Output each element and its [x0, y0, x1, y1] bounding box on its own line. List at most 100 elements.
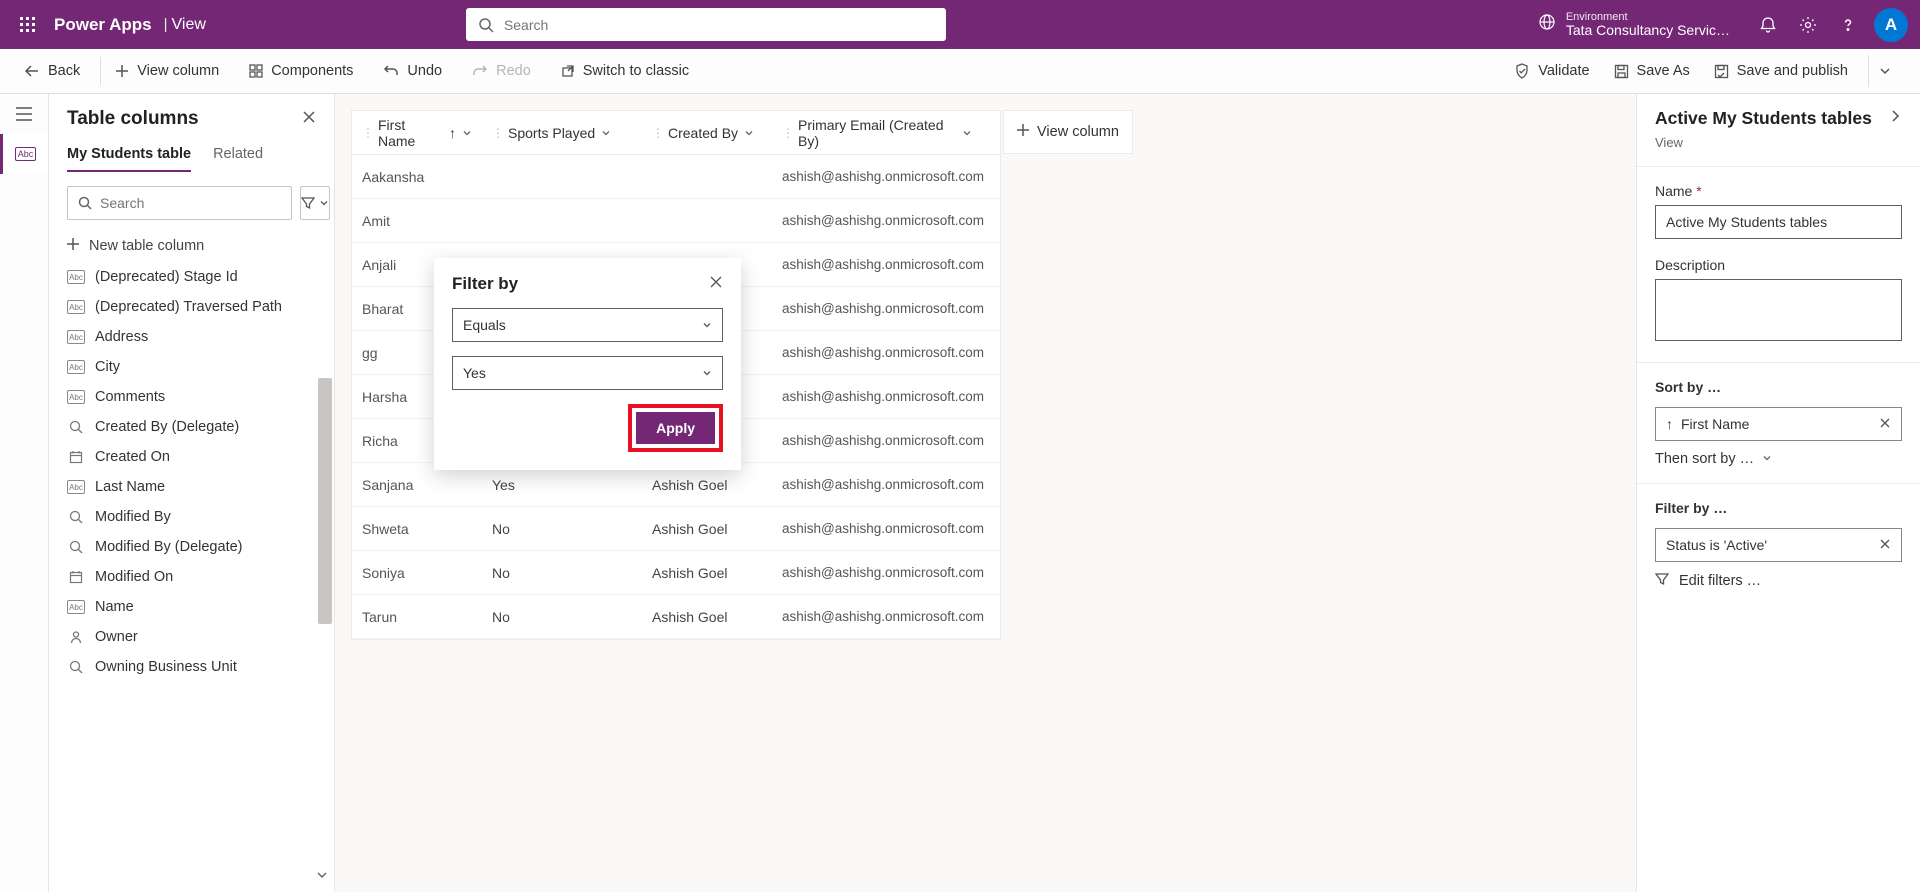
- divider: [1637, 483, 1920, 484]
- plus-icon: [67, 238, 79, 254]
- name-input[interactable]: [1655, 205, 1902, 239]
- sort-chip[interactable]: ↑ First Name: [1655, 407, 1902, 441]
- global-search[interactable]: [466, 8, 946, 41]
- view-column-button[interactable]: View column: [111, 49, 223, 93]
- save-as-button[interactable]: Save As: [1610, 49, 1694, 93]
- sidebar-column-item[interactable]: Modified On: [49, 562, 334, 592]
- undo-button[interactable]: Undo: [379, 49, 446, 93]
- settings-button[interactable]: [1788, 5, 1828, 45]
- name-label: Name *: [1655, 183, 1902, 199]
- sidebar-column-label: Name: [95, 599, 134, 615]
- apply-button[interactable]: Apply: [636, 412, 715, 444]
- sidebar-expand-chevron[interactable]: [316, 868, 328, 886]
- sidebar-column-item[interactable]: Modified By (Delegate): [49, 532, 334, 562]
- description-input[interactable]: [1655, 279, 1902, 341]
- sidebar-column-item[interactable]: Created By (Delegate): [49, 412, 334, 442]
- hamburger-button[interactable]: [0, 94, 48, 134]
- chevron-down-icon[interactable]: [601, 125, 611, 141]
- chevron-down-icon[interactable]: [744, 125, 754, 141]
- cell-primary-email: ashish@ashishg.onmicrosoft.com: [772, 257, 982, 272]
- chevron-down-icon[interactable]: [962, 125, 972, 141]
- tab-related[interactable]: Related: [213, 146, 263, 172]
- panel-expand-button[interactable]: [1888, 109, 1902, 128]
- table-row[interactable]: ShwetaNoAshish Goelashish@ashishg.onmicr…: [352, 507, 1000, 551]
- sidebar-column-item[interactable]: Owner: [49, 622, 334, 652]
- table-row[interactable]: Amitashish@ashishg.onmicrosoft.com: [352, 199, 1000, 243]
- filter-chip[interactable]: Status is 'Active': [1655, 528, 1902, 562]
- chevron-down-icon[interactable]: [462, 125, 472, 141]
- filter-value-select[interactable]: Yes: [452, 356, 723, 390]
- sidebar-column-item[interactable]: AbcAddress: [49, 322, 334, 352]
- cell-primary-email: ashish@ashishg.onmicrosoft.com: [772, 565, 982, 580]
- sidebar-column-item[interactable]: Abc(Deprecated) Traversed Path: [49, 292, 334, 322]
- grip-icon: ⋮: [782, 126, 794, 140]
- column-header-primary-email[interactable]: ⋮ Primary Email (Created By): [772, 117, 982, 149]
- sidebar-column-item[interactable]: AbcLast Name: [49, 472, 334, 502]
- grip-icon: ⋮: [492, 126, 504, 140]
- add-view-column-button[interactable]: View column: [1003, 110, 1133, 154]
- validate-button[interactable]: Validate: [1510, 49, 1593, 93]
- apply-highlight-frame: Apply: [628, 404, 723, 452]
- sidebar-column-item[interactable]: AbcCity: [49, 352, 334, 382]
- help-button[interactable]: [1828, 5, 1868, 45]
- sidebar-column-label: Created On: [95, 449, 170, 465]
- sidebar-column-list[interactable]: Abc(Deprecated) Stage IdAbc(Deprecated) …: [49, 262, 334, 802]
- table-header-row: ⋮ First Name ↑ ⋮ Sports Played ⋮ Created…: [352, 111, 1000, 155]
- components-button[interactable]: Components: [245, 49, 357, 93]
- table-row[interactable]: Aakanshaashish@ashishg.onmicrosoft.com: [352, 155, 1000, 199]
- sidebar-column-item[interactable]: Modified By: [49, 502, 334, 532]
- main-canvas: ⋮ First Name ↑ ⋮ Sports Played ⋮ Created…: [335, 94, 1284, 892]
- waffle-icon[interactable]: [12, 9, 44, 41]
- edit-filters-button[interactable]: Edit filters …: [1655, 572, 1902, 590]
- cell-first-name: Aakansha: [352, 169, 482, 185]
- global-search-input[interactable]: [504, 17, 934, 33]
- sidebar-column-item[interactable]: AbcName: [49, 592, 334, 622]
- sidebar-filter-button[interactable]: [300, 186, 330, 220]
- breadcrumb-view: View: [172, 16, 206, 34]
- sidebar-column-item[interactable]: Abc(Deprecated) Stage Id: [49, 262, 334, 292]
- then-sort-by-button[interactable]: Then sort by …: [1655, 451, 1902, 467]
- environment-label: Environment: [1566, 11, 1730, 23]
- columns-rail-button[interactable]: Abc: [0, 134, 48, 174]
- cell-created-by: Ashish Goel: [642, 477, 772, 493]
- column-label: First Name: [378, 117, 445, 149]
- app-header: Power Apps | View Environment Tata Consu…: [0, 0, 1920, 49]
- filter-chip-remove[interactable]: [1879, 537, 1891, 553]
- filter-popup-title: Filter by: [452, 274, 709, 294]
- sidebar-column-item[interactable]: AbcComments: [49, 382, 334, 412]
- then-sort-by-label: Then sort by …: [1655, 451, 1754, 467]
- help-icon: [1839, 16, 1857, 34]
- sidebar-column-item[interactable]: Owning Business Unit: [49, 652, 334, 682]
- avatar[interactable]: A: [1874, 8, 1908, 42]
- panel-subtitle: View: [1655, 135, 1902, 150]
- sidebar-column-item[interactable]: Created On: [49, 442, 334, 472]
- sidebar-scrollbar[interactable]: [318, 378, 332, 624]
- save-publish-button[interactable]: Save and publish: [1710, 49, 1852, 93]
- cell-created-by: Ashish Goel: [642, 609, 772, 625]
- redo-icon: [472, 63, 488, 79]
- column-header-created-by[interactable]: ⋮ Created By: [642, 125, 772, 141]
- notifications-button[interactable]: [1748, 5, 1788, 45]
- new-table-column-label: New table column: [89, 238, 204, 254]
- redo-button[interactable]: Redo: [468, 49, 535, 93]
- back-button[interactable]: Back: [20, 49, 84, 93]
- sort-chip-remove[interactable]: [1879, 416, 1891, 432]
- environment-picker[interactable]: Environment Tata Consultancy Servic…: [1538, 11, 1730, 38]
- sidebar-close-button[interactable]: [302, 110, 316, 129]
- tab-my-students-table[interactable]: My Students table: [67, 146, 191, 172]
- close-icon: [709, 275, 723, 289]
- sidebar-search[interactable]: [67, 186, 292, 220]
- column-header-first-name[interactable]: ⋮ First Name ↑: [352, 117, 482, 149]
- column-header-sports-played[interactable]: ⋮ Sports Played: [482, 125, 642, 141]
- new-table-column-button[interactable]: New table column: [49, 230, 334, 262]
- table-row[interactable]: TarunNoAshish Goelashish@ashishg.onmicro…: [352, 595, 1000, 639]
- filter-operator-select[interactable]: Equals: [452, 308, 723, 342]
- sidebar-search-input[interactable]: [100, 195, 281, 211]
- switch-classic-button[interactable]: Switch to classic: [557, 49, 693, 93]
- filter-popup-close-button[interactable]: [709, 275, 723, 294]
- table-row[interactable]: SoniyaNoAshish Goelashish@ashishg.onmicr…: [352, 551, 1000, 595]
- external-icon: [561, 64, 575, 78]
- components-icon: [249, 64, 263, 78]
- overflow-button[interactable]: [1868, 55, 1900, 87]
- save-as-label: Save As: [1637, 63, 1690, 79]
